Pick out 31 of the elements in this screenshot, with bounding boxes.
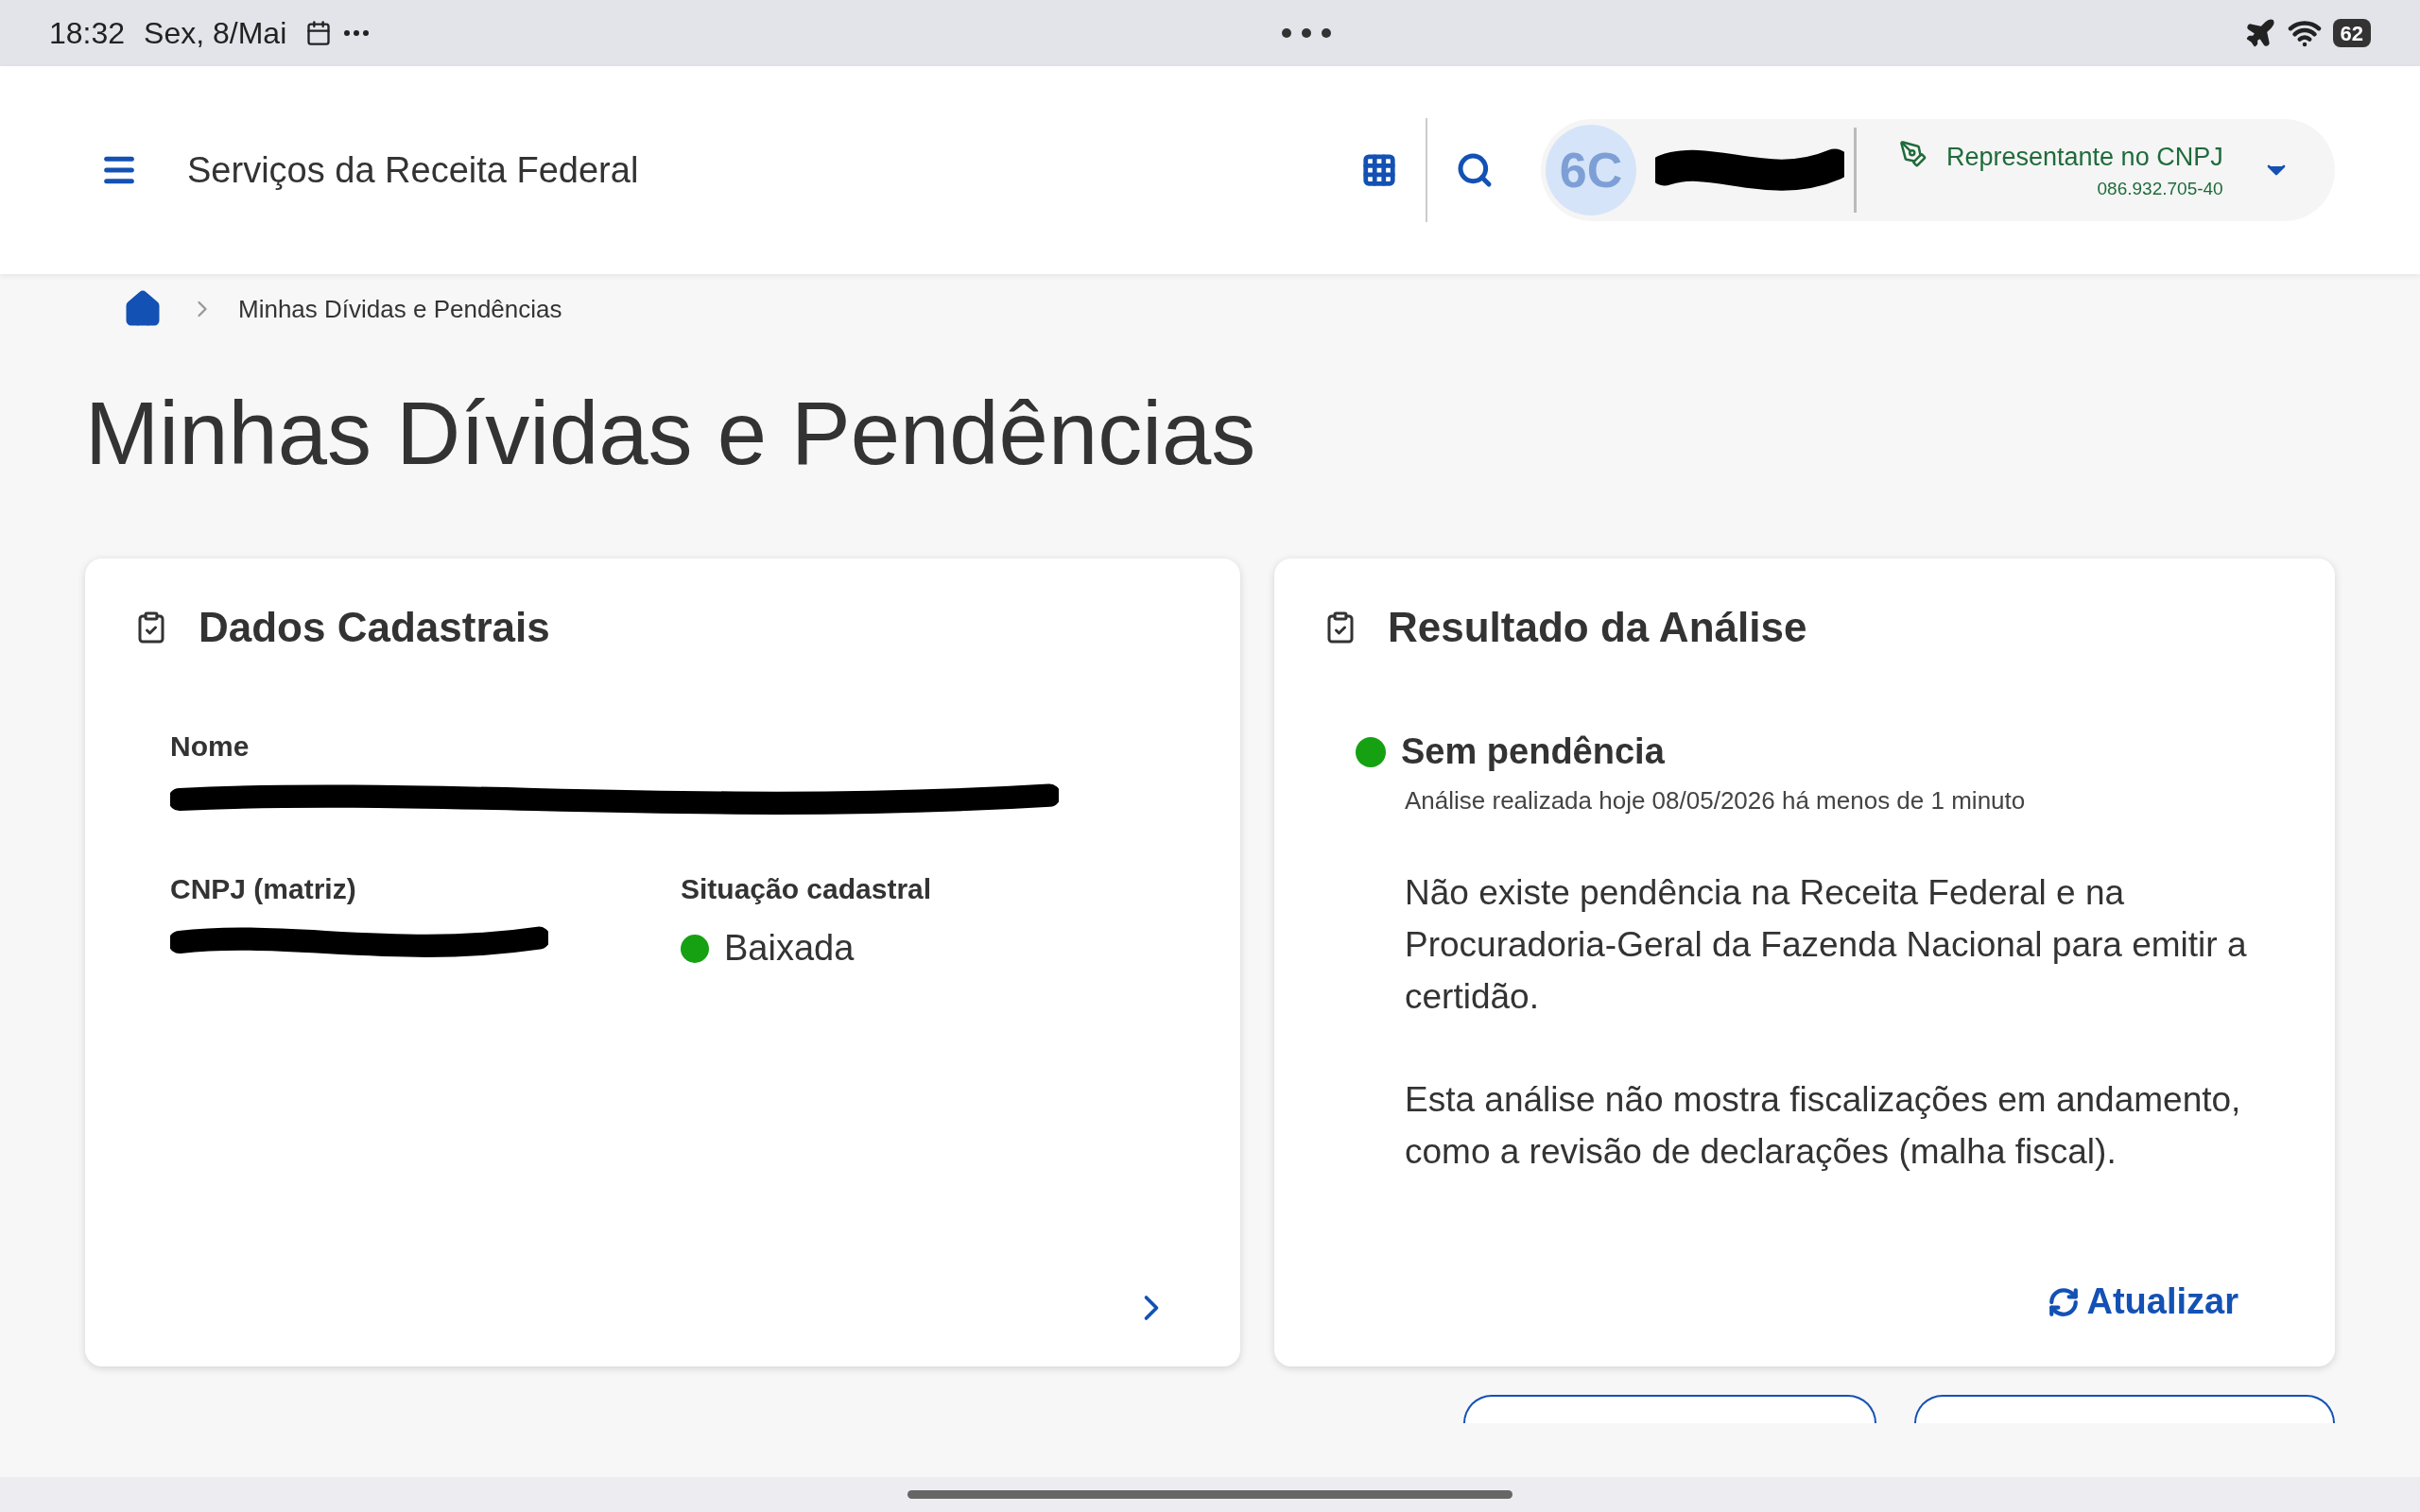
outline-button[interactable] [1463,1395,1876,1423]
field-label: Situação cadastral [681,872,933,906]
field-label: CNPJ (matriz) [170,872,357,906]
role-id: 086.932.705-40 [2097,178,2223,200]
status-date: Sex, 8/Mai [144,15,287,52]
refresh-button[interactable]: Atualizar [2047,1275,2238,1329]
field-value: Baixada [724,927,855,970]
search-icon[interactable] [1456,151,1494,189]
site-title: Serviços da Receita Federal [187,148,639,192]
status-text: Sem pendência [1401,730,1665,773]
result-paragraph: Não existe pendência na Receita Federal e na Procuradoria-Geral da Fazenda Nacional para emitir a certidão. [1405,872,2248,1018]
pen-icon [1899,140,1927,168]
battery-level: 62 [2332,19,2371,47]
outline-button[interactable] [1914,1395,2335,1423]
page-title: Minhas Dívidas e Pendências [84,389,1257,478]
avatar: 6C [1546,125,1636,215]
card-title: Resultado da Análise [1388,603,1807,652]
analysis-date: Análise realizada hoje 08/05/2026 há menos de 1 minuto [1404,785,2027,816]
breadcrumb-item: Minhas Dívidas e Pendências [238,293,562,325]
home-icon[interactable] [123,289,163,329]
field-label: Nome [170,730,251,764]
result-paragraph: Esta análise não mostra fiscalizações em andamento, como a revisão de declarações (malha fiscal). [1405,1079,2242,1173]
role-name: Representante no CNPJ [1946,141,2223,173]
apps-grid-icon[interactable] [1361,152,1397,188]
card-title: Dados Cadastrais [199,603,550,652]
refresh-icon [2047,1285,2080,1318]
status-time: 18:32 [49,15,126,52]
more-icon [343,29,371,37]
more-icon [1281,27,1333,39]
account-pill[interactable]: 6C Representante no CNPJ 086.932.705-40 [1541,119,2335,221]
calendar-icon [305,20,333,46]
